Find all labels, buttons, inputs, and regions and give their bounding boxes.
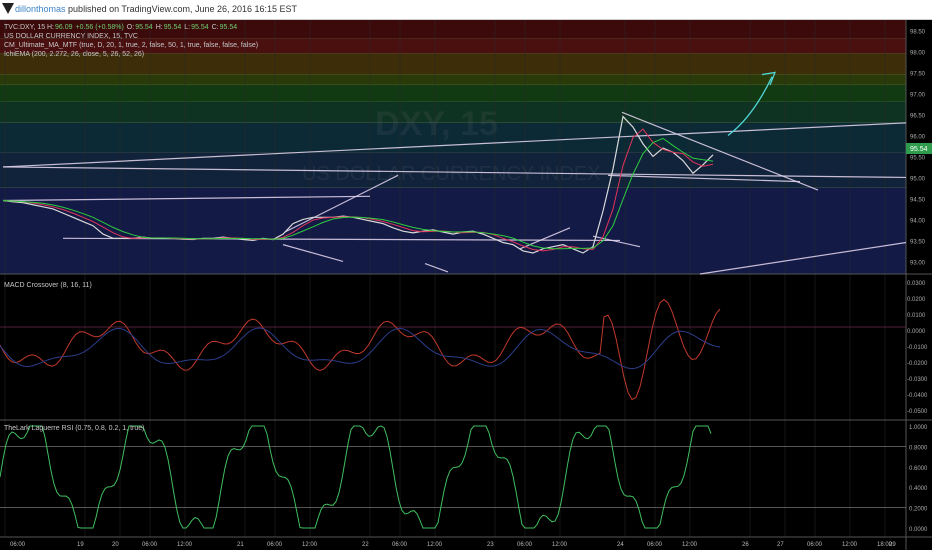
rsi-tick: 0.2000 — [909, 507, 928, 513]
watermark-name: US DOLLAR CURRENCY INDEX — [302, 163, 601, 185]
time-tick: 12:00 — [682, 542, 698, 548]
macd-line — [0, 298, 721, 401]
time-tick: 06:00 — [267, 542, 283, 548]
price-tick: 96.50 — [910, 113, 926, 119]
time-tick: 12:00 — [427, 542, 443, 548]
time-tick: 29 — [889, 542, 896, 548]
macd-tick: 0.0000 — [907, 329, 926, 335]
time-tick: 06:00 — [10, 542, 26, 548]
ohlc-key: C: — [212, 24, 219, 31]
rsi-tick: 0.0000 — [909, 527, 928, 533]
rsi-pane-title: TheLark Laguerre RSI (0.75, 0.8, 0.2, 1,… — [4, 425, 144, 432]
price-tick: 95.00 — [910, 176, 926, 182]
publish-date: published on TradingView.com, June 26, 2… — [68, 4, 298, 14]
chart-svg[interactable]: DXY, 15 US DOLLAR CURRENCY INDEX 98.50 98… — [0, 20, 932, 550]
price-tick: 93.00 — [910, 260, 926, 266]
price-tick: 98.50 — [910, 29, 926, 35]
price-tick: 93.50 — [910, 239, 926, 245]
price-tick: 94.00 — [910, 218, 926, 224]
macd-tick: -0.0500 — [907, 409, 928, 415]
price-zone — [0, 85, 906, 102]
time-tick: 19 — [77, 542, 84, 548]
rsi-lines — [0, 425, 906, 529]
watermark-symbol: DXY, 15 — [375, 105, 498, 143]
ohlc-key: L: — [184, 24, 190, 31]
ohlc-value: +0.56 (+0.58%) — [76, 24, 124, 31]
time-tick: 27 — [777, 542, 784, 548]
rsi-tick: 0.8000 — [909, 445, 928, 451]
rsi-tick: 0.6000 — [909, 466, 928, 472]
ohlc-value: 95.54 — [135, 24, 153, 31]
chart-screenshot: dillonthomas published on TradingView.co… — [0, 0, 932, 550]
time-tick: 20 — [112, 542, 119, 548]
ohlc-key: H: — [156, 24, 163, 31]
indicator-ultimate-ma: CM_Ultimate_MA_MTF (true, D, 20, 1, true… — [4, 42, 258, 49]
macd-tick: -0.0100 — [907, 345, 928, 351]
macd-tick: 0.0100 — [907, 313, 926, 319]
ohlc-value: 95.54 — [220, 24, 238, 31]
time-tick: 06:00 — [517, 542, 533, 548]
ohlc-key: H: — [47, 24, 54, 31]
main-pane-title: US DOLLAR CURRENCY INDEX, 15, TVC — [4, 33, 138, 40]
time-tick: 12:00 — [302, 542, 318, 548]
time-tick: 21 — [237, 542, 244, 548]
macd-tick: -0.0200 — [907, 361, 928, 367]
publish-header: dillonthomas published on TradingView.co… — [0, 0, 932, 20]
macd-tick: -0.0300 — [907, 377, 928, 383]
price-tick: 97.00 — [910, 92, 926, 98]
macd-tick: 0.0300 — [907, 281, 926, 287]
time-tick: 24 — [617, 542, 624, 548]
time-tick: 22 — [362, 542, 369, 548]
publish-info: dillonthomas published on TradingView.co… — [15, 3, 297, 15]
price-tick: 98.00 — [910, 50, 926, 56]
last-price-label: 95.54 — [910, 146, 928, 153]
ohlc-value: 95.54 — [191, 24, 209, 31]
time-tick: 06:00 — [807, 542, 823, 548]
ohlc-key: O: — [127, 24, 134, 31]
macd-tick: 0.0200 — [907, 297, 926, 303]
time-tick: 06:00 — [142, 542, 158, 548]
time-tick: 12:00 — [552, 542, 568, 548]
rsi-tick: 0.4000 — [909, 486, 928, 492]
symbol-line: TVC:DXY, 15 — [4, 24, 45, 31]
ohlc-value: 95.54 — [164, 24, 182, 31]
price-tick: 96.00 — [910, 134, 926, 140]
price-zone — [0, 187, 906, 274]
rsi-line — [0, 425, 712, 529]
time-tick: 26 — [742, 542, 749, 548]
indicator-ichiema: IchiEMA (200, 2.272, 26, close, 5, 26, 5… — [4, 51, 144, 58]
time-tick: 06:00 — [392, 542, 408, 548]
price-tick: 94.50 — [910, 197, 926, 203]
tradingview-logo-icon — [2, 3, 14, 14]
macd-lines — [0, 298, 906, 401]
time-tick: 06:00 — [647, 542, 663, 548]
time-tick: 12:00 — [842, 542, 858, 548]
ohlc-value: 96.09 — [55, 24, 73, 31]
macd-signal-line — [0, 327, 721, 370]
rsi-tick: 1.0000 — [909, 425, 928, 431]
macd-tick: -0.0400 — [907, 393, 928, 399]
price-tick: 95.50 — [910, 155, 926, 161]
time-tick: 23 — [487, 542, 494, 548]
author-link[interactable]: dillonthomas — [15, 4, 66, 14]
price-tick: 97.50 — [910, 71, 926, 77]
time-tick: 12:00 — [177, 542, 193, 548]
macd-pane-title: MACD Crossover (8, 16, 11) — [4, 282, 92, 289]
